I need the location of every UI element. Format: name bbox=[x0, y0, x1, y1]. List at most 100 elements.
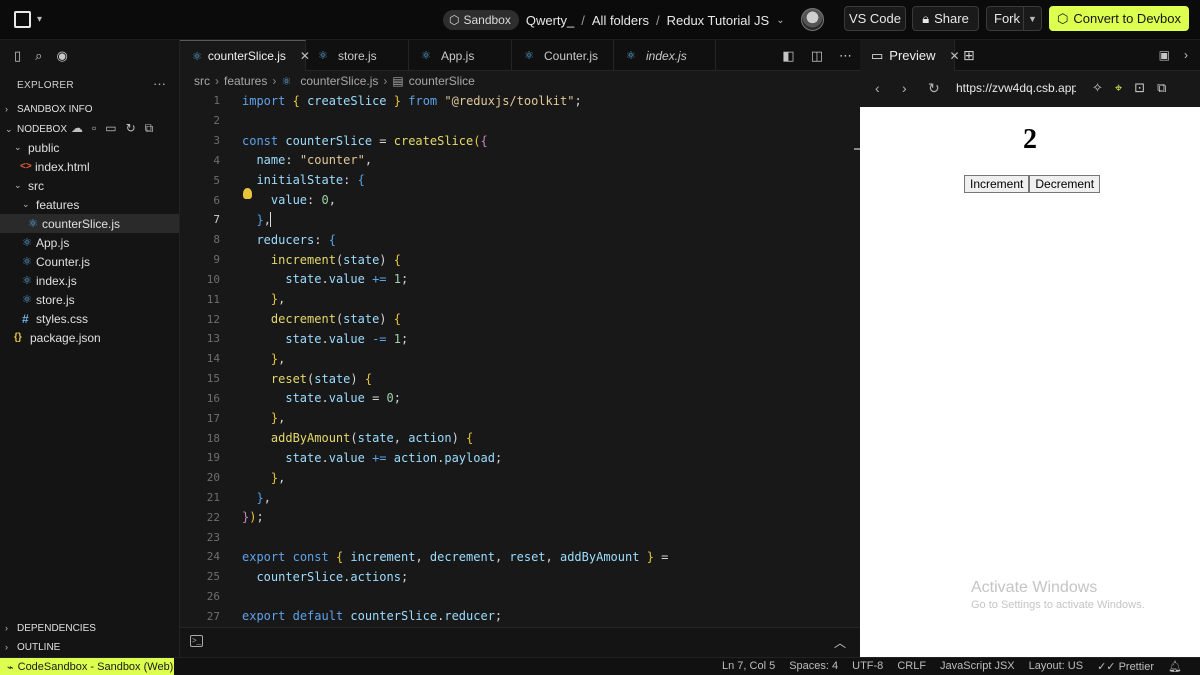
increment-button[interactable]: Increment bbox=[964, 175, 1030, 193]
url-input[interactable]: https://zvw4dq.csb.app/ bbox=[956, 81, 1076, 95]
cursor-position[interactable]: Ln 7, Col 5 bbox=[722, 660, 775, 673]
split-editor-icon[interactable]: ◫ bbox=[811, 48, 823, 64]
code-text: }, bbox=[256, 490, 271, 505]
more-actions-icon[interactable]: ⋯ bbox=[839, 48, 852, 64]
lightbulb-icon[interactable] bbox=[243, 188, 252, 199]
tab-preview[interactable]: ▭ Preview ✕ bbox=[860, 40, 960, 71]
breadcrumb: src › features › ⚛ counterSlice.js › ▤ c… bbox=[194, 74, 475, 88]
section-outline[interactable]: › OUTLINE bbox=[0, 638, 180, 656]
terminal-icon[interactable]: >_ bbox=[190, 635, 203, 647]
more-actions-icon[interactable]: ··· bbox=[153, 76, 166, 91]
tree-item-styles-css[interactable]: # styles.css bbox=[0, 309, 179, 328]
toggle-sidebar-icon[interactable]: ◧ bbox=[782, 48, 794, 64]
sparkle-icon[interactable]: ✧ bbox=[1092, 80, 1103, 96]
notifications-icon[interactable]: 🔔︎ bbox=[1168, 660, 1182, 673]
new-file-icon[interactable]: ▫ bbox=[92, 121, 96, 136]
tree-item-store-js[interactable]: ⚛ store.js bbox=[0, 290, 179, 309]
line-number: 20 bbox=[206, 471, 220, 485]
fork-button[interactable]: Fork ▼ bbox=[986, 6, 1042, 31]
tree-item-counterslice-js[interactable]: ⚛ counterSlice.js bbox=[0, 214, 179, 233]
fork-dropdown-chevron-icon[interactable]: ▼ bbox=[1023, 7, 1041, 30]
project-breadcrumb: ⬡ Sandbox Qwerty_ / All folders / Redux … bbox=[443, 10, 785, 30]
chevron-up-icon[interactable]: ︿ bbox=[834, 634, 846, 651]
tree-item-public[interactable]: ⌄ public bbox=[0, 138, 179, 157]
code-text: export const { increment, decrement, res… bbox=[242, 549, 669, 564]
line-number: 27 bbox=[206, 609, 220, 623]
tree-item-index-html[interactable]: <> index.html bbox=[0, 157, 179, 176]
code-text: }, bbox=[270, 351, 286, 366]
workspace-name[interactable]: Qwerty_ bbox=[526, 13, 574, 28]
text-cursor bbox=[270, 212, 271, 227]
folder-link[interactable]: All folders bbox=[592, 13, 649, 28]
preview-actions: ▣ › bbox=[1159, 48, 1188, 62]
react-file-icon: ⚛ bbox=[22, 294, 32, 306]
search-icon[interactable]: ⌕ bbox=[35, 48, 42, 64]
tab-index-js[interactable]: ⚛ index.js bbox=[614, 40, 716, 71]
close-icon[interactable]: ✕ bbox=[950, 49, 960, 63]
layout-icon[interactable]: ▣ bbox=[1159, 48, 1170, 62]
code-line: 27 export default counterSlice.reducer; bbox=[180, 607, 860, 627]
files-icon[interactable]: ▯ bbox=[14, 48, 21, 64]
convert-to-devbox-button[interactable]: ⬡ Convert to Devbox bbox=[1049, 6, 1189, 31]
encoding-status[interactable]: UTF-8 bbox=[852, 660, 883, 673]
preview-pane: ▭ Preview ✕ ⊞ ▣ › ‹ › ↻ https://zvw4dq.c… bbox=[860, 40, 1200, 657]
new-folder-icon[interactable]: ▭ bbox=[105, 121, 116, 136]
forward-icon[interactable]: › bbox=[902, 80, 907, 96]
tab-store-js[interactable]: ⚛ store.js bbox=[306, 40, 409, 71]
tab-counter-js[interactable]: ⚛ Counter.js bbox=[512, 40, 614, 71]
tree-item-label: index.html bbox=[35, 159, 90, 174]
back-icon[interactable]: ‹ bbox=[875, 80, 880, 96]
eol-status[interactable]: CRLF bbox=[897, 660, 926, 673]
line-number: 10 bbox=[206, 272, 220, 286]
vscode-button[interactable]: VS Code bbox=[844, 6, 906, 31]
code-text: state.value = 0; bbox=[285, 391, 401, 406]
decrement-button[interactable]: Decrement bbox=[1029, 175, 1101, 193]
code-text: state.value -= 1; bbox=[285, 331, 409, 346]
prettier-status[interactable]: ✓✓ Prettier bbox=[1097, 660, 1154, 673]
tree-item-features[interactable]: ⌄ features bbox=[0, 195, 179, 214]
tree-item-src[interactable]: ⌄ src bbox=[0, 176, 179, 195]
section-dependencies[interactable]: › DEPENDENCIES bbox=[0, 619, 180, 637]
breadcrumb-item[interactable]: features bbox=[224, 74, 267, 88]
language-mode[interactable]: JavaScript JSX bbox=[940, 660, 1015, 673]
avatar[interactable] bbox=[801, 8, 824, 31]
fork-button-label: Fork bbox=[994, 11, 1020, 26]
section-sandbox-info[interactable]: › SANDBOX INFO bbox=[0, 100, 180, 118]
top-bar: ▾ ⬡ Sandbox Qwerty_ / All folders / Redu… bbox=[0, 0, 1200, 40]
remote-icon: ⌁ bbox=[7, 661, 14, 674]
tab-app-js[interactable]: ⚛ App.js bbox=[409, 40, 512, 71]
react-file-icon: ⚛ bbox=[524, 50, 534, 62]
tree-item-app-js[interactable]: ⚛ App.js bbox=[0, 233, 179, 252]
chevron-down-icon[interactable]: ⌄ bbox=[776, 15, 784, 26]
breadcrumb-item[interactable]: counterSlice bbox=[409, 74, 475, 88]
console-icon[interactable]: ⊡ bbox=[1134, 80, 1145, 96]
keyboard-layout[interactable]: Layout: US bbox=[1029, 660, 1083, 673]
github-icon[interactable]: ◉ bbox=[56, 48, 67, 64]
upload-icon[interactable]: ☁ bbox=[71, 121, 83, 136]
refresh-icon[interactable]: ↻ bbox=[126, 121, 136, 136]
code-line: 25 counterSlice.actions; bbox=[180, 567, 860, 587]
tab-label: Counter.js bbox=[544, 48, 599, 63]
tree-item-counter-js[interactable]: ⚛ Counter.js bbox=[0, 252, 179, 271]
inspect-icon[interactable]: ⌖ bbox=[1115, 80, 1122, 96]
project-name[interactable]: Redux Tutorial JS bbox=[667, 13, 770, 28]
remote-indicator[interactable]: ⌁ CodeSandbox - Sandbox (Web) bbox=[0, 658, 174, 675]
tree-item-package-json[interactable]: {} package.json bbox=[0, 328, 179, 347]
share-button[interactable]: 🔒︎ Share bbox=[912, 6, 979, 31]
breadcrumb-item[interactable]: src bbox=[194, 74, 210, 88]
collapse-all-icon[interactable]: ⧉ bbox=[145, 121, 154, 136]
chevron-down-icon: ⌄ bbox=[14, 142, 22, 152]
tree-item-index-js[interactable]: ⚛ index.js bbox=[0, 271, 179, 290]
app-menu-button[interactable]: ▾ bbox=[14, 11, 42, 28]
tab-counterslice-js[interactable]: ⚛ counterSlice.js ✕ bbox=[180, 40, 310, 71]
chevron-right-icon[interactable]: › bbox=[1184, 48, 1188, 62]
add-tab-icon[interactable]: ⊞ bbox=[963, 47, 975, 64]
refresh-icon[interactable]: ↻ bbox=[928, 80, 940, 97]
open-external-icon[interactable]: ⧉ bbox=[1157, 80, 1166, 96]
breadcrumb-item[interactable]: counterSlice.js bbox=[300, 74, 378, 88]
tree-item-label: App.js bbox=[36, 235, 70, 250]
tree-item-label: public bbox=[28, 140, 60, 155]
indentation-status[interactable]: Spaces: 4 bbox=[789, 660, 838, 673]
cube-icon: ⬡ bbox=[1056, 10, 1069, 26]
breadcrumb-separator: / bbox=[655, 12, 660, 28]
